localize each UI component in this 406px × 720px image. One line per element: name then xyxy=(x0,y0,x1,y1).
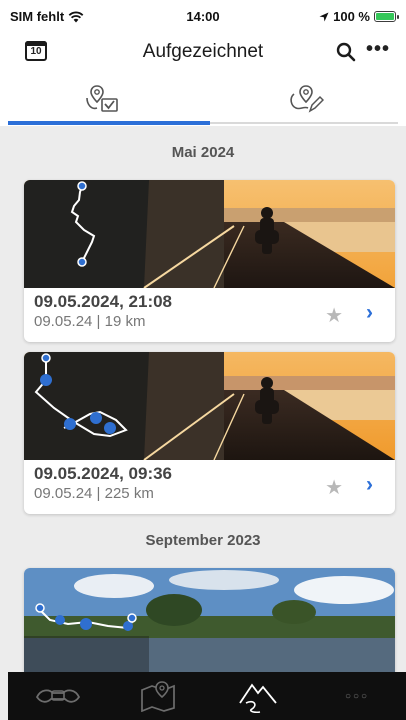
battery-icon xyxy=(374,11,399,22)
tab-mountain-route[interactable] xyxy=(208,672,308,720)
connected-ride-icon xyxy=(35,689,81,703)
trip-card[interactable]: 09.05.2024, 09:36 09.05.24 | 225 km ★ › xyxy=(24,352,395,514)
tab-bar xyxy=(0,72,406,126)
map-icon xyxy=(141,681,175,712)
location-arrow-icon xyxy=(319,12,329,21)
more-icon: ○○○ xyxy=(344,690,370,702)
mountain-route-icon xyxy=(239,683,277,713)
tab-recorded[interactable] xyxy=(0,72,203,126)
search-icon[interactable] xyxy=(336,42,356,62)
status-bar: SIM fehlt 14:00 100 % xyxy=(0,0,406,34)
trip-photo xyxy=(24,568,395,678)
tab-divider xyxy=(210,122,398,124)
navigation-bar: 10 Aufgezeichnet ••• xyxy=(0,34,406,72)
bottom-navigation: ○○○ xyxy=(8,672,406,720)
favorite-star-icon[interactable]: ★ xyxy=(325,475,343,500)
chevron-right-icon[interactable]: › xyxy=(366,301,373,325)
more-options-button[interactable]: ••• xyxy=(366,38,390,61)
active-tab-indicator xyxy=(8,121,210,125)
section-header: Mai 2024 xyxy=(171,144,235,161)
tab-map[interactable] xyxy=(108,672,208,720)
trip-card[interactable]: 09.05.2024, 21:08 09.05.24 | 19 km ★ › xyxy=(24,180,395,342)
tab-planned[interactable] xyxy=(203,72,406,126)
tab-more[interactable]: ○○○ xyxy=(308,672,406,720)
recorded-route-icon xyxy=(85,85,118,112)
planned-route-icon xyxy=(289,85,324,113)
chevron-right-icon[interactable]: › xyxy=(366,473,373,497)
tab-connected-ride[interactable] xyxy=(8,672,108,720)
favorite-star-icon[interactable]: ★ xyxy=(325,303,343,328)
trip-photo xyxy=(24,180,395,288)
trip-card[interactable] xyxy=(24,568,395,678)
section-header: September 2023 xyxy=(145,532,261,549)
battery-percent: 100 % xyxy=(333,9,370,24)
trip-photo xyxy=(24,352,395,460)
